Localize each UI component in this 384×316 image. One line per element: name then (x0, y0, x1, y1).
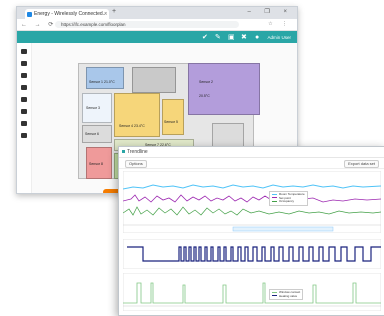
trendline-window: Trendline Options Export data set Room T… (118, 146, 384, 316)
address-bar: ← → ⟳ https://ifc.example.com/floorplan … (17, 19, 297, 31)
favicon-icon (27, 12, 32, 17)
user-icon[interactable]: ● (255, 34, 259, 41)
trend-chart-middle[interactable] (123, 239, 381, 269)
trend-chart-top[interactable] (123, 171, 381, 233)
bell-icon[interactable] (21, 121, 27, 126)
monitor-icon[interactable]: ▣ (228, 34, 235, 41)
room-1[interactable]: Sensor 1 21.0°C (86, 67, 124, 89)
tab-close-icon[interactable]: × (104, 9, 107, 19)
chart-top-slider (232, 226, 334, 232)
tool-sidebar (17, 43, 32, 193)
room-7[interactable]: Sensor 8 (86, 147, 112, 179)
settings-icon[interactable] (21, 133, 27, 138)
user-label[interactable]: Admin User (267, 35, 291, 40)
window-controls[interactable]: – ❐ × (247, 8, 293, 15)
new-tab-button[interactable]: + (112, 8, 116, 15)
edit-icon[interactable]: ✎ (215, 34, 221, 41)
layer-icon[interactable] (21, 61, 27, 66)
chart-middle-frame (123, 239, 381, 269)
pointer-icon[interactable] (21, 49, 27, 54)
url-field[interactable]: https://ifc.example.com/floorplan (55, 21, 239, 28)
tab-title: Energy - Wirelessly Connected... (34, 11, 107, 17)
options-button[interactable]: Options (125, 160, 147, 168)
close-icon[interactable]: ✖ (241, 34, 247, 41)
chart-icon[interactable] (21, 85, 27, 90)
trendline-title: Trendline (127, 149, 148, 155)
room-4[interactable]: Sensor 4 23.4°C (114, 93, 160, 137)
legend-top-item-2: Occupancy (272, 199, 305, 204)
trend-chart-bottom[interactable] (123, 273, 381, 311)
address-bar-icons[interactable]: ☆ ⋮ (268, 21, 291, 27)
legend-bottom-item-1: Heating valve (272, 294, 300, 299)
trendline-header: Trendline (119, 147, 384, 158)
legend-bottom: Window contact Heating valve (269, 289, 304, 301)
chart-bottom-frame (123, 273, 381, 311)
browser-tab-bar: Energy - Wirelessly Connected... × + – ❐… (17, 7, 297, 19)
grid-icon[interactable] (21, 97, 27, 102)
folder-icon[interactable] (21, 73, 27, 78)
trendline-toolbar: Options Export data set (119, 158, 384, 169)
browser-tab[interactable]: Energy - Wirelessly Connected... × (25, 9, 109, 19)
wrench-icon[interactable] (21, 109, 27, 114)
room-6[interactable]: Sensor 6 (82, 125, 112, 143)
trend-icon (122, 150, 125, 153)
room-2[interactable]: Sensor 2 20.5°C (188, 63, 260, 115)
chart-top-frame (123, 171, 381, 233)
nav-buttons[interactable]: ← → ⟳ (21, 21, 56, 28)
export-button[interactable]: Export data set (344, 160, 379, 168)
room-3[interactable]: Sensor 3 (82, 93, 112, 123)
room-5[interactable]: Sensor 5 (162, 99, 184, 135)
room-utility[interactable] (132, 67, 176, 93)
legend-top: Room Temperature Set point Occupancy (269, 191, 308, 206)
check-icon[interactable]: ✔ (202, 34, 208, 41)
